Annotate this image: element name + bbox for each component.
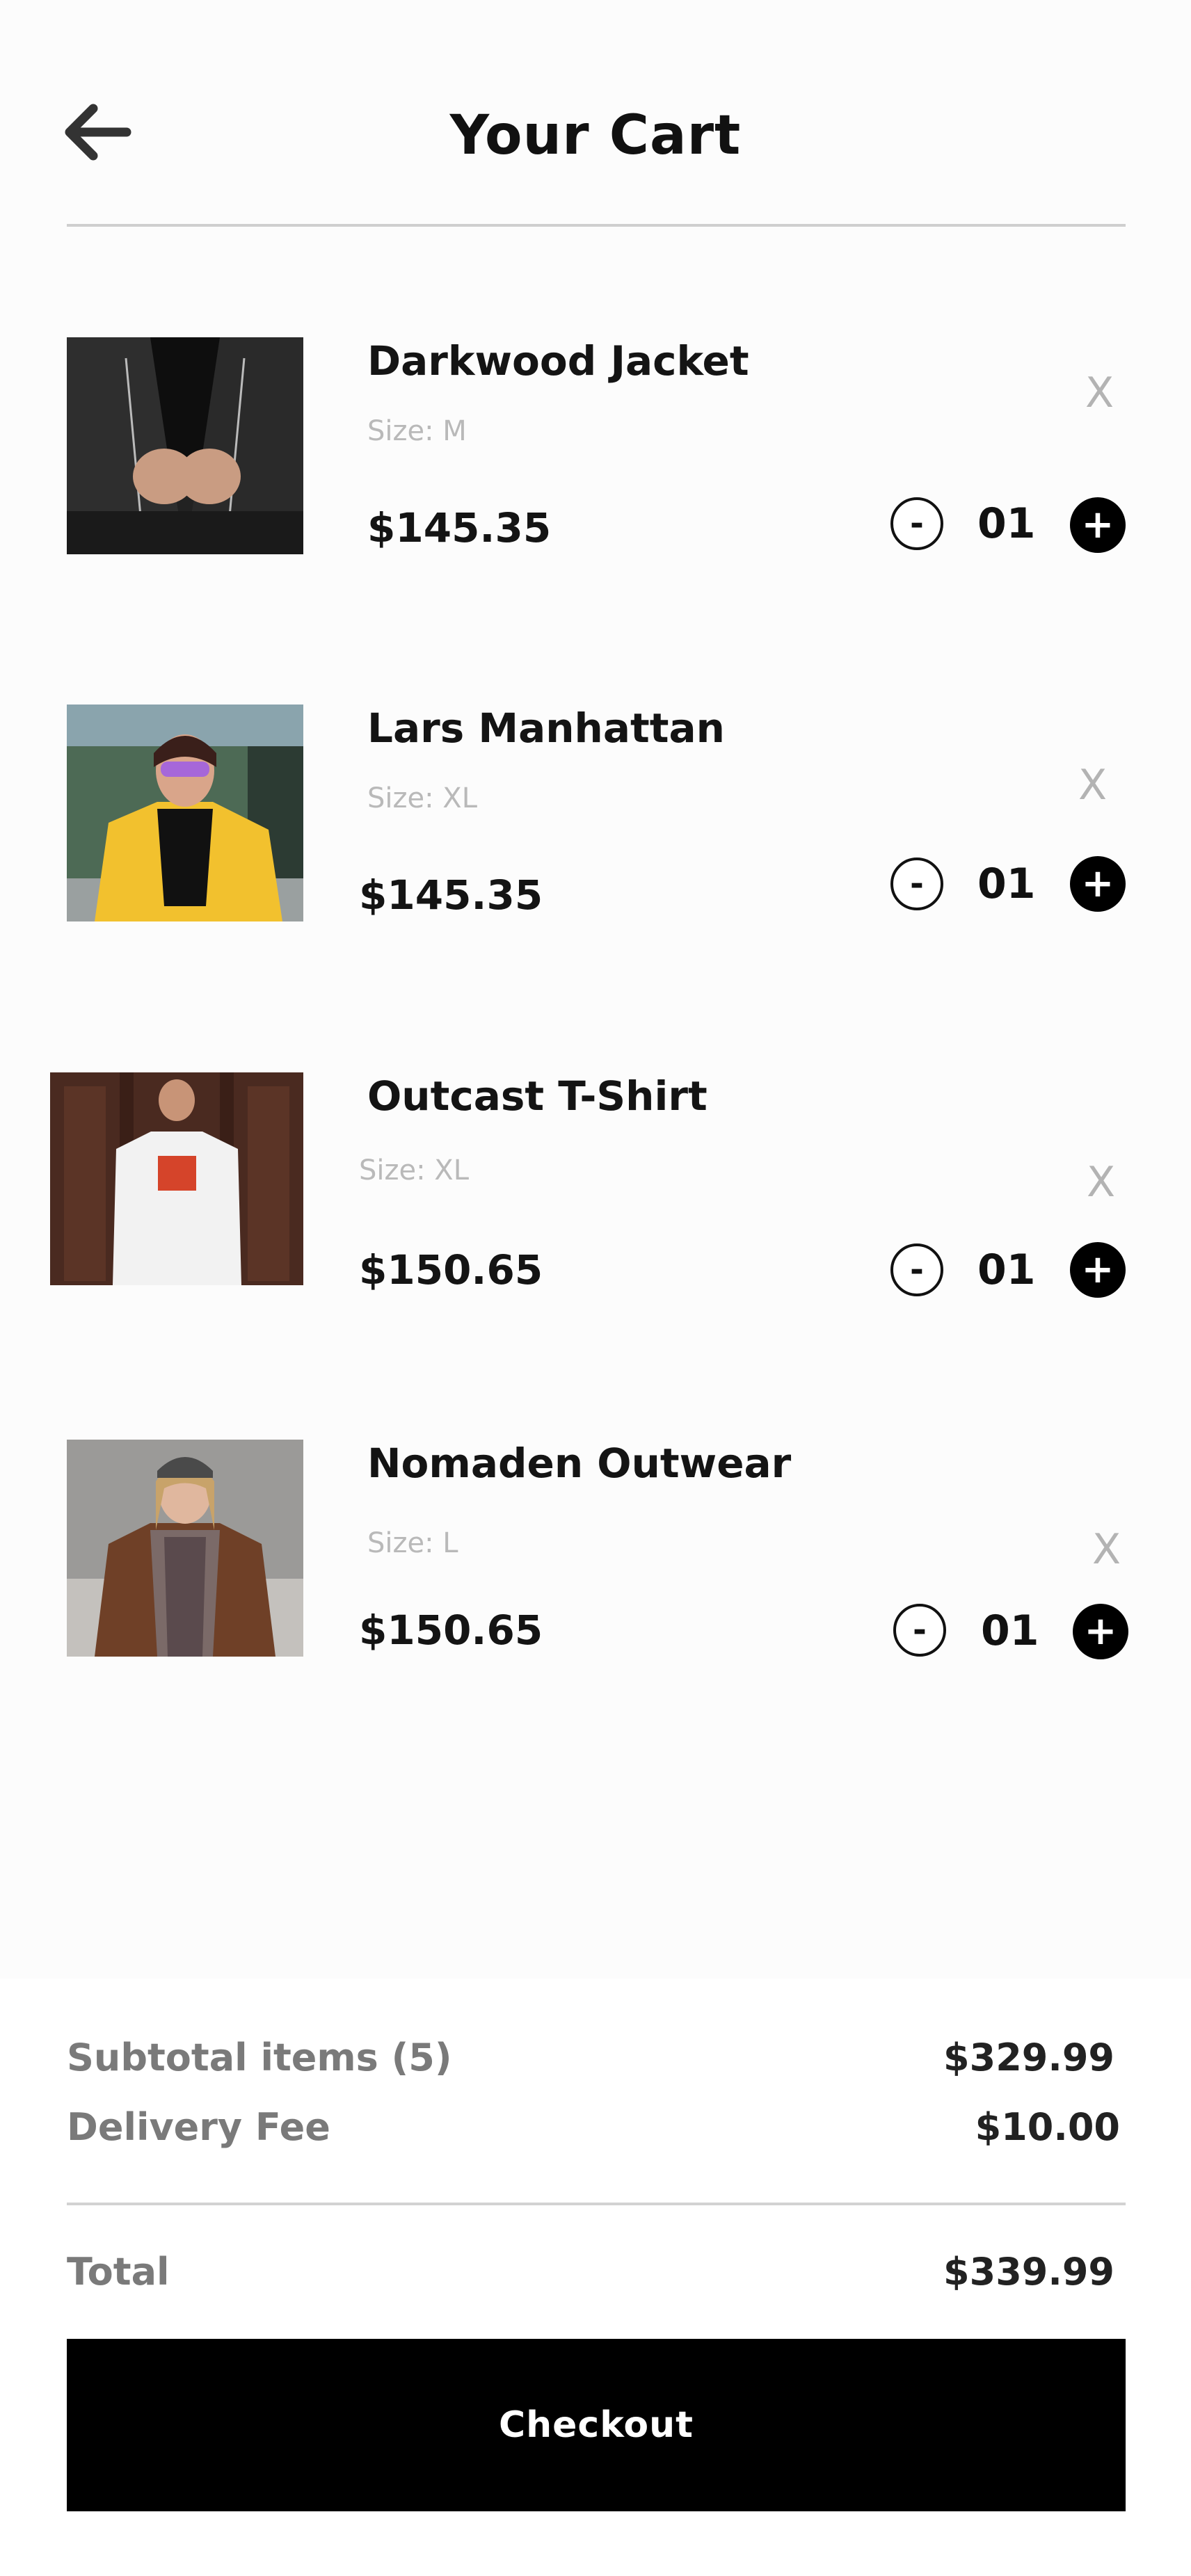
remove-item-button[interactable]: X (1087, 1161, 1115, 1203)
delivery-fee-label: Delivery Fee (67, 2105, 330, 2149)
item-size: Size: XL (359, 1154, 469, 1186)
product-image-lars-manhattan[interactable] (67, 705, 303, 921)
item-name: Darkwood Jacket (367, 337, 749, 385)
subtotal-label: Subtotal items (5) (67, 2036, 452, 2079)
cart-item: Lars Manhattan Size: XL $145.35 X - 01 + (0, 705, 1191, 934)
item-price: $145.35 (367, 504, 552, 552)
item-size: Size: L (367, 1527, 458, 1559)
header: Your Cart (0, 0, 1191, 230)
quantity-value: 01 (977, 860, 1036, 908)
product-image-outcast-tshirt[interactable] (50, 1072, 303, 1285)
quantity-value: 01 (977, 499, 1036, 548)
increase-quantity-button[interactable]: + (1070, 497, 1126, 553)
summary-divider (67, 2203, 1126, 2205)
decrease-quantity-button[interactable]: - (890, 1243, 943, 1296)
checkout-button[interactable]: Checkout (67, 2339, 1126, 2511)
cart-item: Nomaden Outwear Size: L $150.65 X - 01 + (0, 1440, 1191, 1669)
increase-quantity-button[interactable]: + (1070, 1242, 1126, 1298)
product-image-nomaden-outwear[interactable] (67, 1440, 303, 1657)
item-name: Outcast T-Shirt (367, 1072, 708, 1120)
remove-item-button[interactable]: X (1092, 1529, 1121, 1570)
delivery-fee-value: $10.00 (975, 2105, 1120, 2149)
cart-item: Darkwood Jacket Size: M $145.35 X - 01 + (0, 337, 1191, 567)
order-summary: Subtotal items (5) $329.99 Delivery Fee … (0, 1979, 1191, 2576)
item-size: Size: XL (367, 782, 477, 814)
product-image-darkwood-jacket[interactable] (67, 337, 303, 554)
item-name: Nomaden Outwear (367, 1440, 792, 1487)
decrease-quantity-button[interactable]: - (893, 1604, 946, 1657)
item-name: Lars Manhattan (367, 705, 725, 752)
remove-item-button[interactable]: X (1085, 372, 1114, 414)
decrease-quantity-button[interactable]: - (890, 497, 943, 550)
header-divider (67, 224, 1126, 227)
item-price: $150.65 (359, 1607, 543, 1654)
quantity-value: 01 (981, 1607, 1039, 1655)
item-size: Size: M (367, 415, 467, 447)
total-label: Total (67, 2250, 170, 2294)
item-price: $145.35 (359, 871, 543, 919)
increase-quantity-button[interactable]: + (1070, 856, 1126, 912)
increase-quantity-button[interactable]: + (1073, 1604, 1128, 1659)
page-title: Your Cart (449, 104, 742, 167)
remove-item-button[interactable]: X (1078, 764, 1107, 806)
subtotal-value: $329.99 (943, 2036, 1114, 2079)
total-value: $339.99 (943, 2250, 1114, 2294)
item-price: $150.65 (359, 1246, 543, 1294)
quantity-value: 01 (977, 1246, 1036, 1294)
decrease-quantity-button[interactable]: - (890, 858, 943, 910)
cart-item: Outcast T-Shirt Size: XL $150.65 X - 01 … (0, 1072, 1191, 1302)
